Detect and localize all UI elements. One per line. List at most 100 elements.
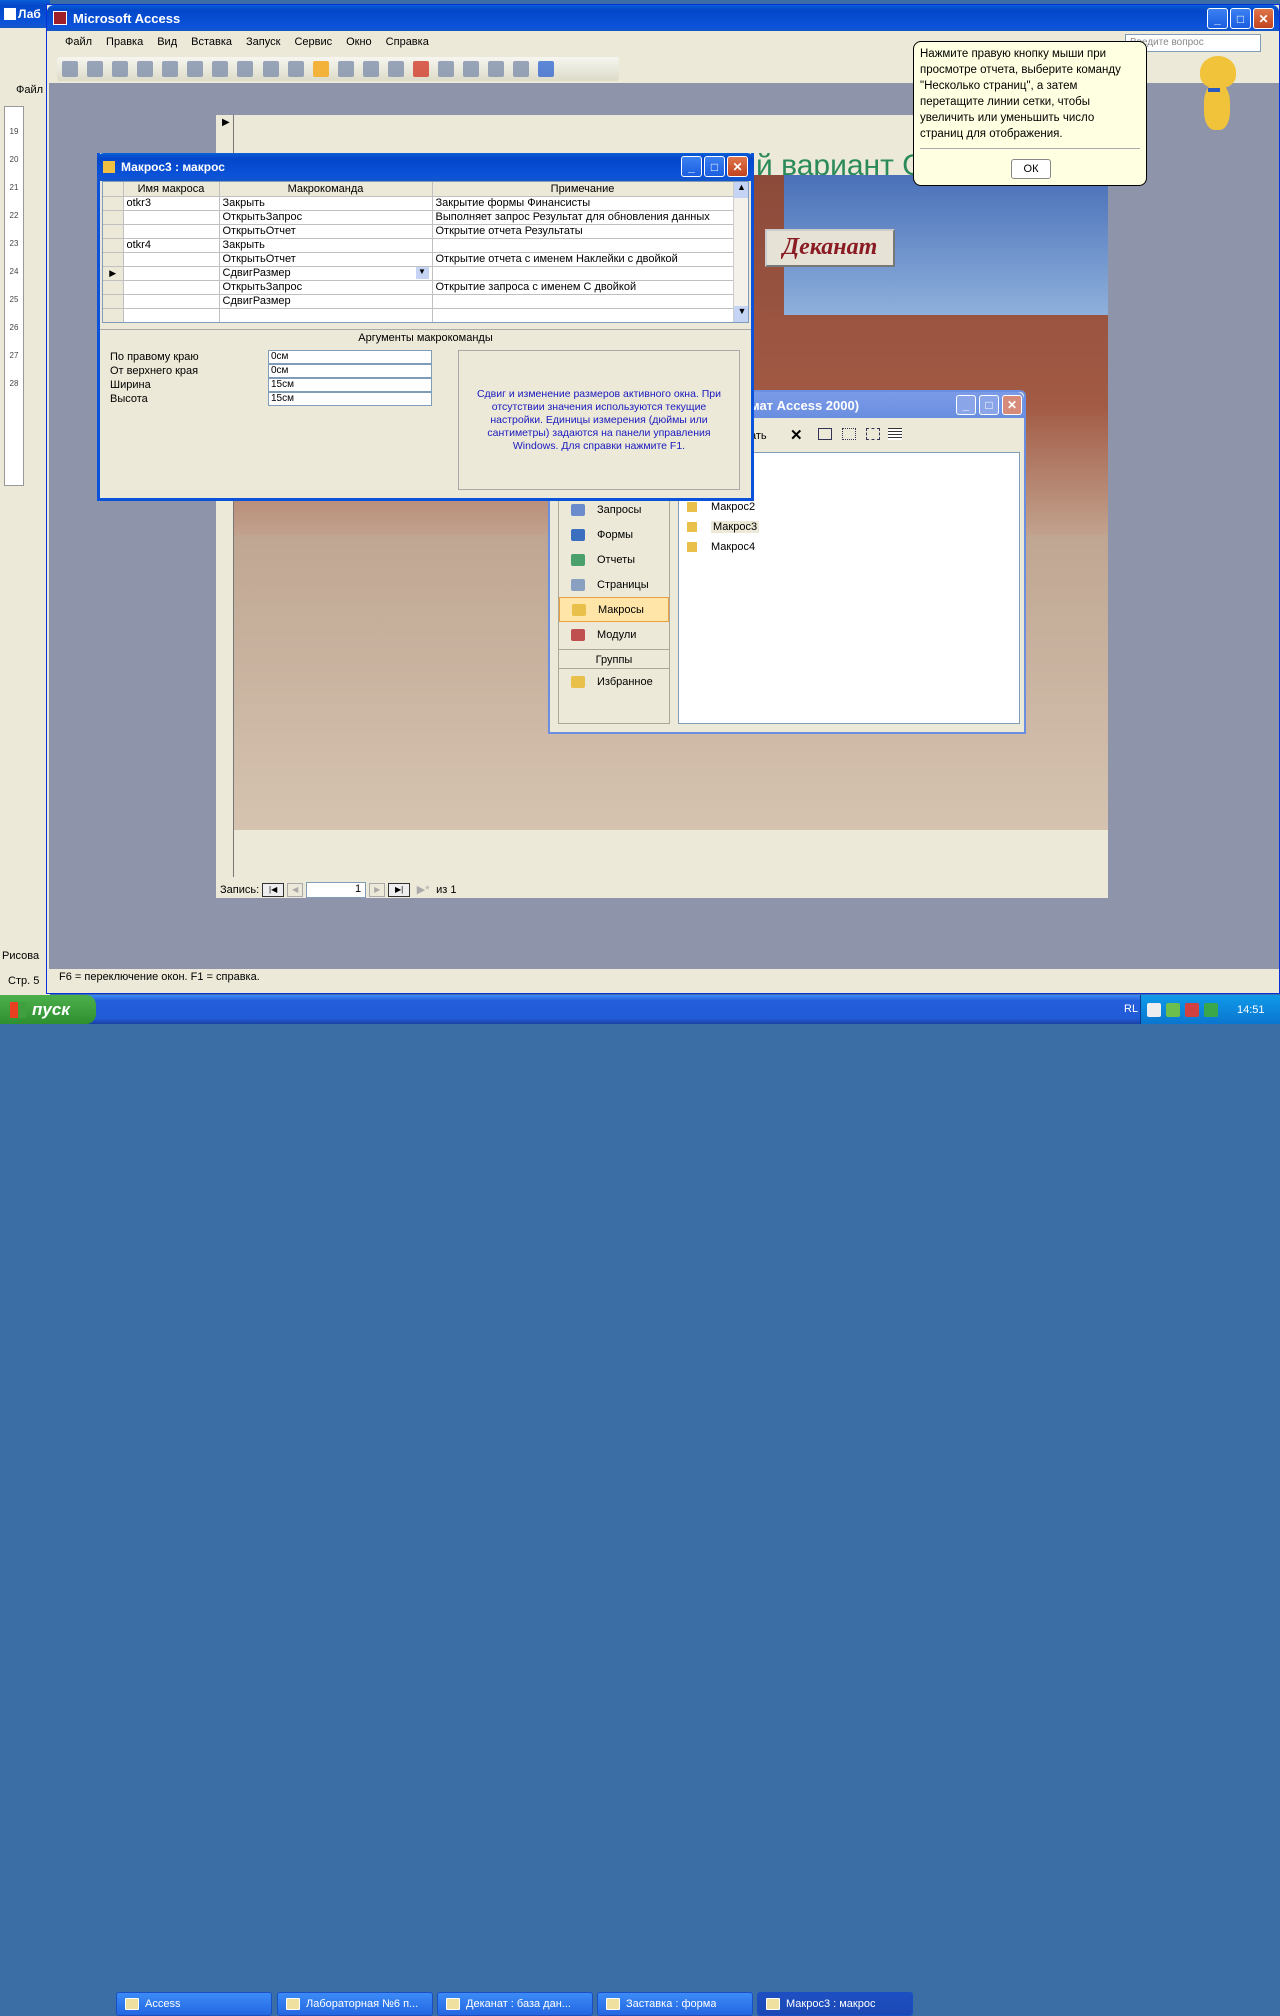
tray-icon[interactable] [1204, 1002, 1218, 1017]
insert-rows-icon[interactable] [362, 61, 379, 77]
empty-cell[interactable] [123, 308, 220, 322]
table-row[interactable]: ▶ СдвигРазмер ▼ [103, 266, 734, 281]
row-selector[interactable] [103, 210, 124, 225]
groups-header[interactable]: Группы [559, 649, 669, 669]
column-header[interactable]: Примечание [432, 182, 734, 197]
table-row[interactable]: ОткрытьОтчет Открытие отчета Результаты [103, 224, 734, 239]
db-close-button[interactable]: ✕ [1002, 395, 1022, 415]
print-icon[interactable] [112, 61, 129, 77]
macro-note-cell[interactable]: Открытие отчета Результаты [432, 224, 734, 239]
list-item[interactable]: Макрос3 [679, 517, 1019, 537]
macro-note-cell[interactable]: Открытие отчета с именем Наклейки с двой… [432, 252, 734, 267]
macro-names-icon[interactable] [312, 61, 329, 77]
menu-item[interactable]: Вставка [191, 36, 232, 48]
menu-item[interactable]: Вид [157, 36, 177, 48]
table-row[interactable] [103, 308, 734, 322]
grid-scrollbar[interactable]: ▲ ▼ [733, 182, 748, 322]
macro-name-cell[interactable] [123, 294, 220, 309]
empty-cell[interactable] [219, 308, 433, 322]
deanat-button[interactable]: Деканат [765, 229, 895, 267]
save-icon[interactable] [62, 61, 78, 77]
macro-action-cell[interactable]: ОткрытьЗапрос [219, 280, 433, 295]
macro-action-cell[interactable]: ОткрытьЗапрос [219, 210, 433, 225]
record-number-input[interactable]: 1 [306, 882, 367, 898]
word-title-bar[interactable]: Лаб [0, 0, 50, 28]
db-maximize-button[interactable]: □ [979, 395, 999, 415]
paste-icon[interactable] [237, 61, 254, 77]
first-record-button[interactable]: |◀ [262, 883, 285, 897]
word-menu-fragment[interactable]: Файл [16, 84, 43, 96]
taskbar-button[interactable]: Access [116, 1992, 272, 2016]
word-draw-fragment[interactable]: Рисова [2, 950, 46, 962]
table-row[interactable]: ОткрытьОтчет Открытие отчета с именем Нак… [103, 252, 734, 267]
macro-action-cell[interactable]: СдвигРазмер [219, 294, 433, 309]
objects-bar-item[interactable]: Формы [559, 522, 669, 547]
menu-item[interactable]: Окно [346, 36, 372, 48]
table-row[interactable]: otkr4 Закрыть [103, 238, 734, 253]
empty-cell[interactable] [103, 308, 124, 322]
build-icon[interactable] [463, 61, 479, 77]
macro-name-cell[interactable] [123, 252, 220, 267]
help-icon[interactable] [538, 61, 555, 77]
step-icon[interactable] [437, 61, 454, 77]
row-selector[interactable] [103, 280, 124, 295]
table-row[interactable]: ОткрытьЗапрос Выполняет запрос Результат … [103, 210, 734, 225]
database-window-icon[interactable] [488, 61, 505, 77]
undo-icon[interactable] [262, 61, 279, 77]
language-indicator[interactable]: RL [1124, 1003, 1138, 1015]
tray-icon[interactable] [1166, 1002, 1180, 1017]
macro-name-cell[interactable]: otkr4 [123, 238, 220, 253]
large-icons-icon[interactable] [818, 428, 832, 440]
spelling-icon[interactable] [162, 61, 179, 77]
list-icon[interactable] [866, 428, 880, 440]
clock[interactable]: 14:51 [1237, 1004, 1265, 1016]
last-record-button[interactable]: ▶| [388, 883, 411, 897]
preview-icon[interactable] [137, 61, 154, 77]
action-dropdown-icon[interactable]: ▼ [415, 267, 429, 279]
macro-action-cell[interactable]: ОткрытьОтчет [219, 252, 433, 267]
arg-value-input[interactable]: 15см [268, 378, 432, 392]
macro-minimize-button[interactable]: _ [681, 156, 702, 177]
conditions-icon[interactable] [337, 61, 354, 77]
taskbar-button[interactable]: Макрос3 : макрос [757, 1992, 913, 2016]
row-selector[interactable] [103, 294, 124, 309]
menu-item[interactable]: Справка [386, 36, 429, 48]
arg-value-input[interactable]: 0см [268, 364, 432, 378]
objects-bar-item[interactable]: Макросы [559, 597, 669, 622]
close-button[interactable]: ✕ [1253, 8, 1274, 29]
assistant-ok-button[interactable]: ОК [1011, 159, 1051, 179]
macro-note-cell[interactable] [432, 266, 734, 281]
copy-icon[interactable] [212, 61, 229, 77]
new-record-button[interactable]: ▶* [413, 883, 433, 897]
macro-name-cell[interactable] [123, 266, 220, 281]
favorites-item[interactable]: Избранное [559, 669, 669, 694]
db-minimize-button[interactable]: _ [956, 395, 976, 415]
column-header[interactable]: Макрокоманда [219, 182, 433, 197]
taskbar-button[interactable]: Заставка : форма [597, 1992, 753, 2016]
new-object-icon[interactable] [513, 61, 530, 77]
macro-action-cell[interactable]: СдвигРазмер ▼ [219, 266, 433, 281]
macro-name-cell[interactable] [123, 210, 220, 225]
small-icons-icon[interactable] [842, 428, 856, 440]
minimize-button[interactable]: _ [1207, 8, 1228, 29]
menu-item[interactable]: Запуск [246, 36, 280, 48]
empty-cell[interactable] [432, 308, 734, 322]
list-item[interactable]: Макрос4 [679, 537, 1019, 557]
macro-note-cell[interactable]: Открытие запроса с именем С двойкой [432, 280, 734, 295]
delete-rows-icon[interactable] [387, 61, 404, 77]
print-preview-icon[interactable] [87, 61, 104, 77]
next-record-button[interactable]: ▶ [369, 883, 386, 897]
redo-icon[interactable] [287, 61, 304, 77]
macro-action-cell[interactable]: ОткрытьОтчет [219, 224, 433, 239]
tray-icon[interactable] [1147, 1002, 1161, 1017]
menu-item[interactable]: Правка [106, 36, 143, 48]
cut-icon[interactable] [187, 61, 204, 77]
table-row[interactable]: ОткрытьЗапрос Открытие запроса с именем С… [103, 280, 734, 295]
macro-action-cell[interactable]: Закрыть [219, 238, 433, 253]
start-button[interactable]: пуск [0, 995, 96, 1024]
table-row[interactable]: СдвигРазмер [103, 294, 734, 309]
access-title-bar[interactable]: Microsoft Access _ □ ✕ [47, 5, 1279, 31]
objects-bar-item[interactable]: Модули [559, 622, 669, 647]
table-row[interactable]: otkr3 Закрыть Закрытие формы Финансисты [103, 196, 734, 211]
prev-record-button[interactable]: ◀ [287, 883, 304, 897]
